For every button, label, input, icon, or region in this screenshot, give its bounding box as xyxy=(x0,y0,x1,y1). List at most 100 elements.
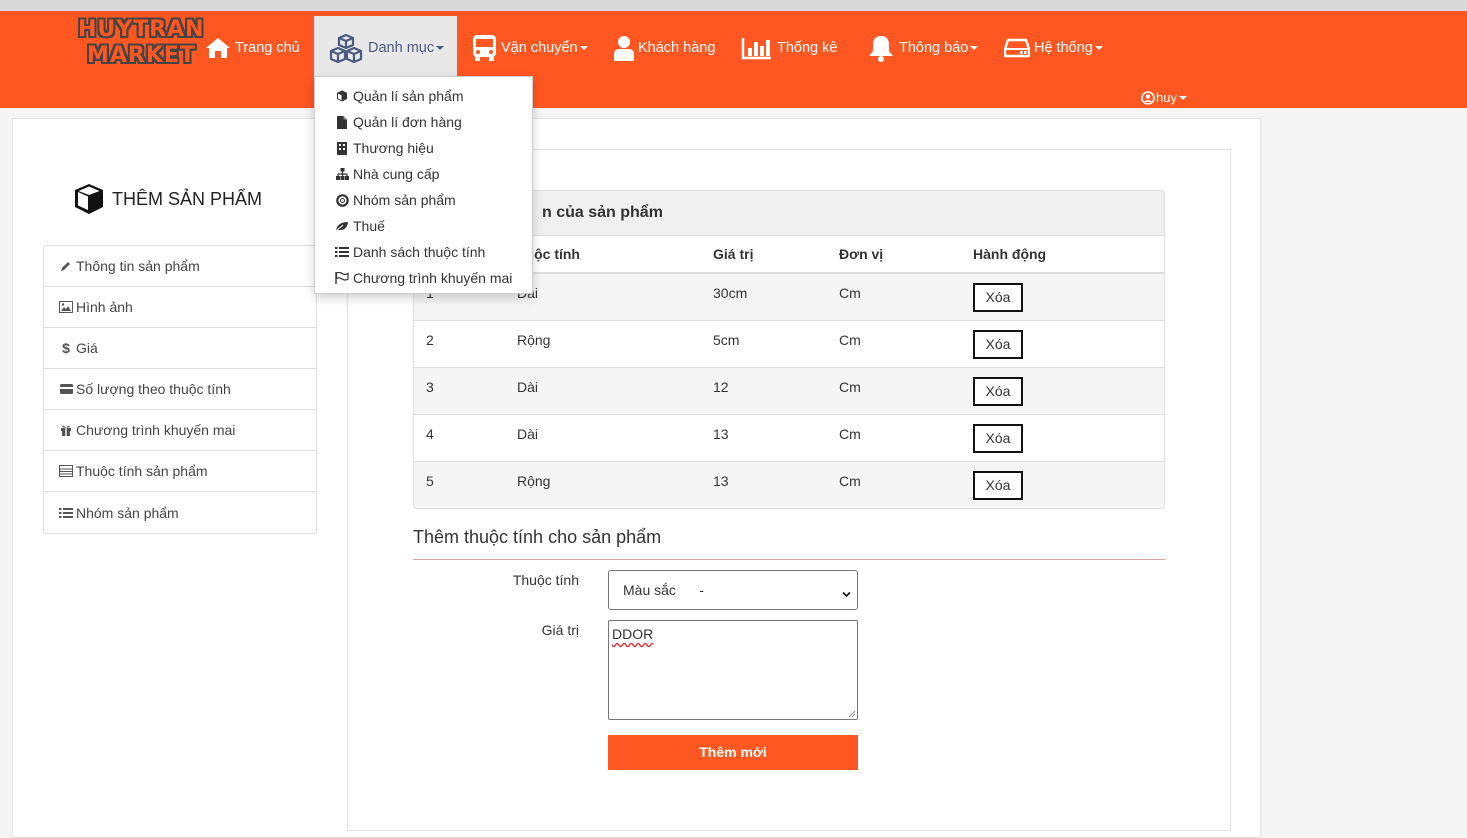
menu-item-label: Nhà cung cấp xyxy=(353,166,440,182)
sidebar-item-label: Thuộc tính sản phẩm xyxy=(76,463,208,479)
nav-home[interactable]: Trang chủ xyxy=(205,16,300,80)
menu-item-attribute-list[interactable]: Danh sách thuộc tính xyxy=(315,239,532,265)
nav-customers-label: Khách hàng xyxy=(638,40,716,56)
nav-customers[interactable]: Khách hàng xyxy=(614,16,715,80)
cell-value: 12 xyxy=(701,366,827,414)
cell-value: 5cm xyxy=(701,319,827,367)
bar-chart-icon xyxy=(741,36,773,60)
nav-stats[interactable]: Thống kê xyxy=(741,16,837,80)
delete-button[interactable]: Xóa xyxy=(973,329,1023,359)
delete-button[interactable]: Xóa xyxy=(973,283,1023,312)
chevron-down-icon xyxy=(970,46,979,50)
delete-button[interactable]: Xóa xyxy=(973,423,1023,453)
cell-no: 2 xyxy=(414,319,505,367)
browser-top-strip xyxy=(0,0,1467,11)
sidebar-item-label: Nhóm sản phẩm xyxy=(76,504,179,521)
sidebar-item-attributes[interactable]: Thuộc tính sản phẩm xyxy=(44,451,316,492)
menu-item-products[interactable]: Quản lí sản phẩm xyxy=(315,83,532,109)
list-icon xyxy=(59,507,73,519)
chevron-down-icon xyxy=(842,586,851,598)
menu-item-product-groups[interactable]: Nhóm sản phẩm xyxy=(315,187,532,213)
cell-no: 4 xyxy=(414,413,505,461)
menu-item-label: Thuế xyxy=(353,218,385,234)
cell-action: Xóa xyxy=(961,366,1164,414)
cell-unit: Cm xyxy=(827,460,961,508)
cell-attr: Dài xyxy=(505,272,701,320)
col-header: Giá trị xyxy=(701,236,827,274)
file-icon xyxy=(335,115,349,129)
cell-unit: Cm xyxy=(827,319,961,367)
col-header: Hành động xyxy=(961,236,1164,274)
user-menu[interactable]: huy xyxy=(1141,90,1187,105)
delete-button[interactable]: Xóa xyxy=(973,376,1023,406)
sidebar-item-label: Chương trình khuyến mai xyxy=(76,422,236,438)
navbar: HUYTRAN MARKET Trang chủ Danh mục Vận ch… xyxy=(0,11,1467,108)
chevron-down-icon xyxy=(1178,95,1187,100)
nav-system[interactable]: Hệ thống xyxy=(1004,16,1103,80)
leaf-icon xyxy=(335,221,349,232)
cell-no: 5 xyxy=(414,460,505,508)
nav-notifications-label: Thông báo xyxy=(899,40,969,56)
sidebar-item-info[interactable]: Thông tin sản phẩm xyxy=(44,246,316,287)
table-row: 5 Rộng 13 Cm Xóa xyxy=(414,460,1164,508)
table-row: 3 Dài 12 Cm Xóa xyxy=(414,366,1164,414)
chevron-down-icon xyxy=(1094,46,1103,50)
pencil-icon xyxy=(59,260,73,272)
menu-item-label: Nhóm sản phẩm xyxy=(353,192,456,208)
dollar-icon: $ xyxy=(62,340,70,356)
nav-shipping[interactable]: Vận chuyển xyxy=(472,16,588,80)
sidebar-item-promotion[interactable]: Chương trình khuyến mai xyxy=(44,410,316,451)
menu-item-label: Chương trình khuyến mai xyxy=(353,270,513,286)
add-new-button[interactable]: Thêm mới xyxy=(608,735,858,770)
brand-logo[interactable]: HUYTRAN MARKET xyxy=(78,17,208,77)
nav-system-label: Hệ thống xyxy=(1034,40,1093,56)
cube-icon xyxy=(72,182,106,216)
attribute-label: Thuộc tính xyxy=(512,572,579,588)
cell-attr: Dài xyxy=(505,366,701,414)
sidebar-item-quantity[interactable]: Số lượng theo thuộc tính xyxy=(44,369,316,410)
sidebar-item-groups[interactable]: Nhóm sản phẩm xyxy=(44,492,316,533)
menu-item-label: Danh sách thuộc tính xyxy=(353,244,486,260)
delete-button[interactable]: Xóa xyxy=(973,470,1023,500)
nav-catalog[interactable]: Danh mục xyxy=(314,16,457,80)
cell-value: 13 xyxy=(701,460,827,508)
cell-attr: Rộng xyxy=(505,319,701,367)
cell-unit: Cm xyxy=(827,272,961,320)
col-header: huộc tính xyxy=(505,236,701,274)
sidebar-item-images[interactable]: Hình ảnh xyxy=(44,287,316,328)
lifering-icon xyxy=(335,193,349,207)
user-circle-icon xyxy=(1141,90,1155,105)
nav-shipping-label: Vận chuyển xyxy=(501,40,578,56)
cell-value: 30cm xyxy=(701,272,827,320)
attribute-select[interactable]: Màu sắc - xyxy=(608,570,858,610)
menu-item-label: Quản lí sản phẩm xyxy=(353,88,464,104)
cell-action: Xóa xyxy=(961,319,1164,367)
sidebar-item-label: Giá xyxy=(76,340,98,356)
sidebar-item-label: Số lượng theo thuộc tính xyxy=(76,381,231,397)
col-header: Đơn vị xyxy=(827,236,961,274)
sidebar-item-price[interactable]: $ Giá xyxy=(44,328,316,369)
menu-item-brands[interactable]: Thương hiệu xyxy=(315,135,532,161)
nav-catalog-label: Danh mục xyxy=(368,40,435,56)
sitemap-icon xyxy=(335,168,349,180)
cell-unit: Cm xyxy=(827,366,961,414)
page-title: THÊM SẢN PHẨM xyxy=(72,182,262,216)
menu-item-promotions[interactable]: Chương trình khuyến mai xyxy=(315,265,532,291)
sidebar-item-label: Hình ảnh xyxy=(76,299,133,315)
resize-handle-icon[interactable] xyxy=(848,710,856,718)
hdd-icon xyxy=(1004,37,1030,59)
bus-icon xyxy=(472,34,497,62)
sidebar: Thông tin sản phẩm Hình ảnh $ Giá Số lượ… xyxy=(43,245,317,534)
cube-icon xyxy=(335,90,349,102)
menu-item-tax[interactable]: Thuế xyxy=(315,213,532,239)
menu-item-suppliers[interactable]: Nhà cung cấp xyxy=(315,161,532,187)
value-textarea[interactable]: DDOR xyxy=(608,620,858,720)
value-textarea-text: DDOR xyxy=(612,626,654,642)
table-icon xyxy=(59,465,73,477)
nav-notifications[interactable]: Thông báo xyxy=(867,16,979,80)
list-icon xyxy=(335,246,349,258)
attribute-select-value: Màu sắc - xyxy=(623,582,704,598)
menu-item-orders[interactable]: Quản lí đơn hàng xyxy=(315,109,532,135)
bell-icon xyxy=(867,34,895,62)
menu-item-label: Thương hiệu xyxy=(353,140,434,156)
